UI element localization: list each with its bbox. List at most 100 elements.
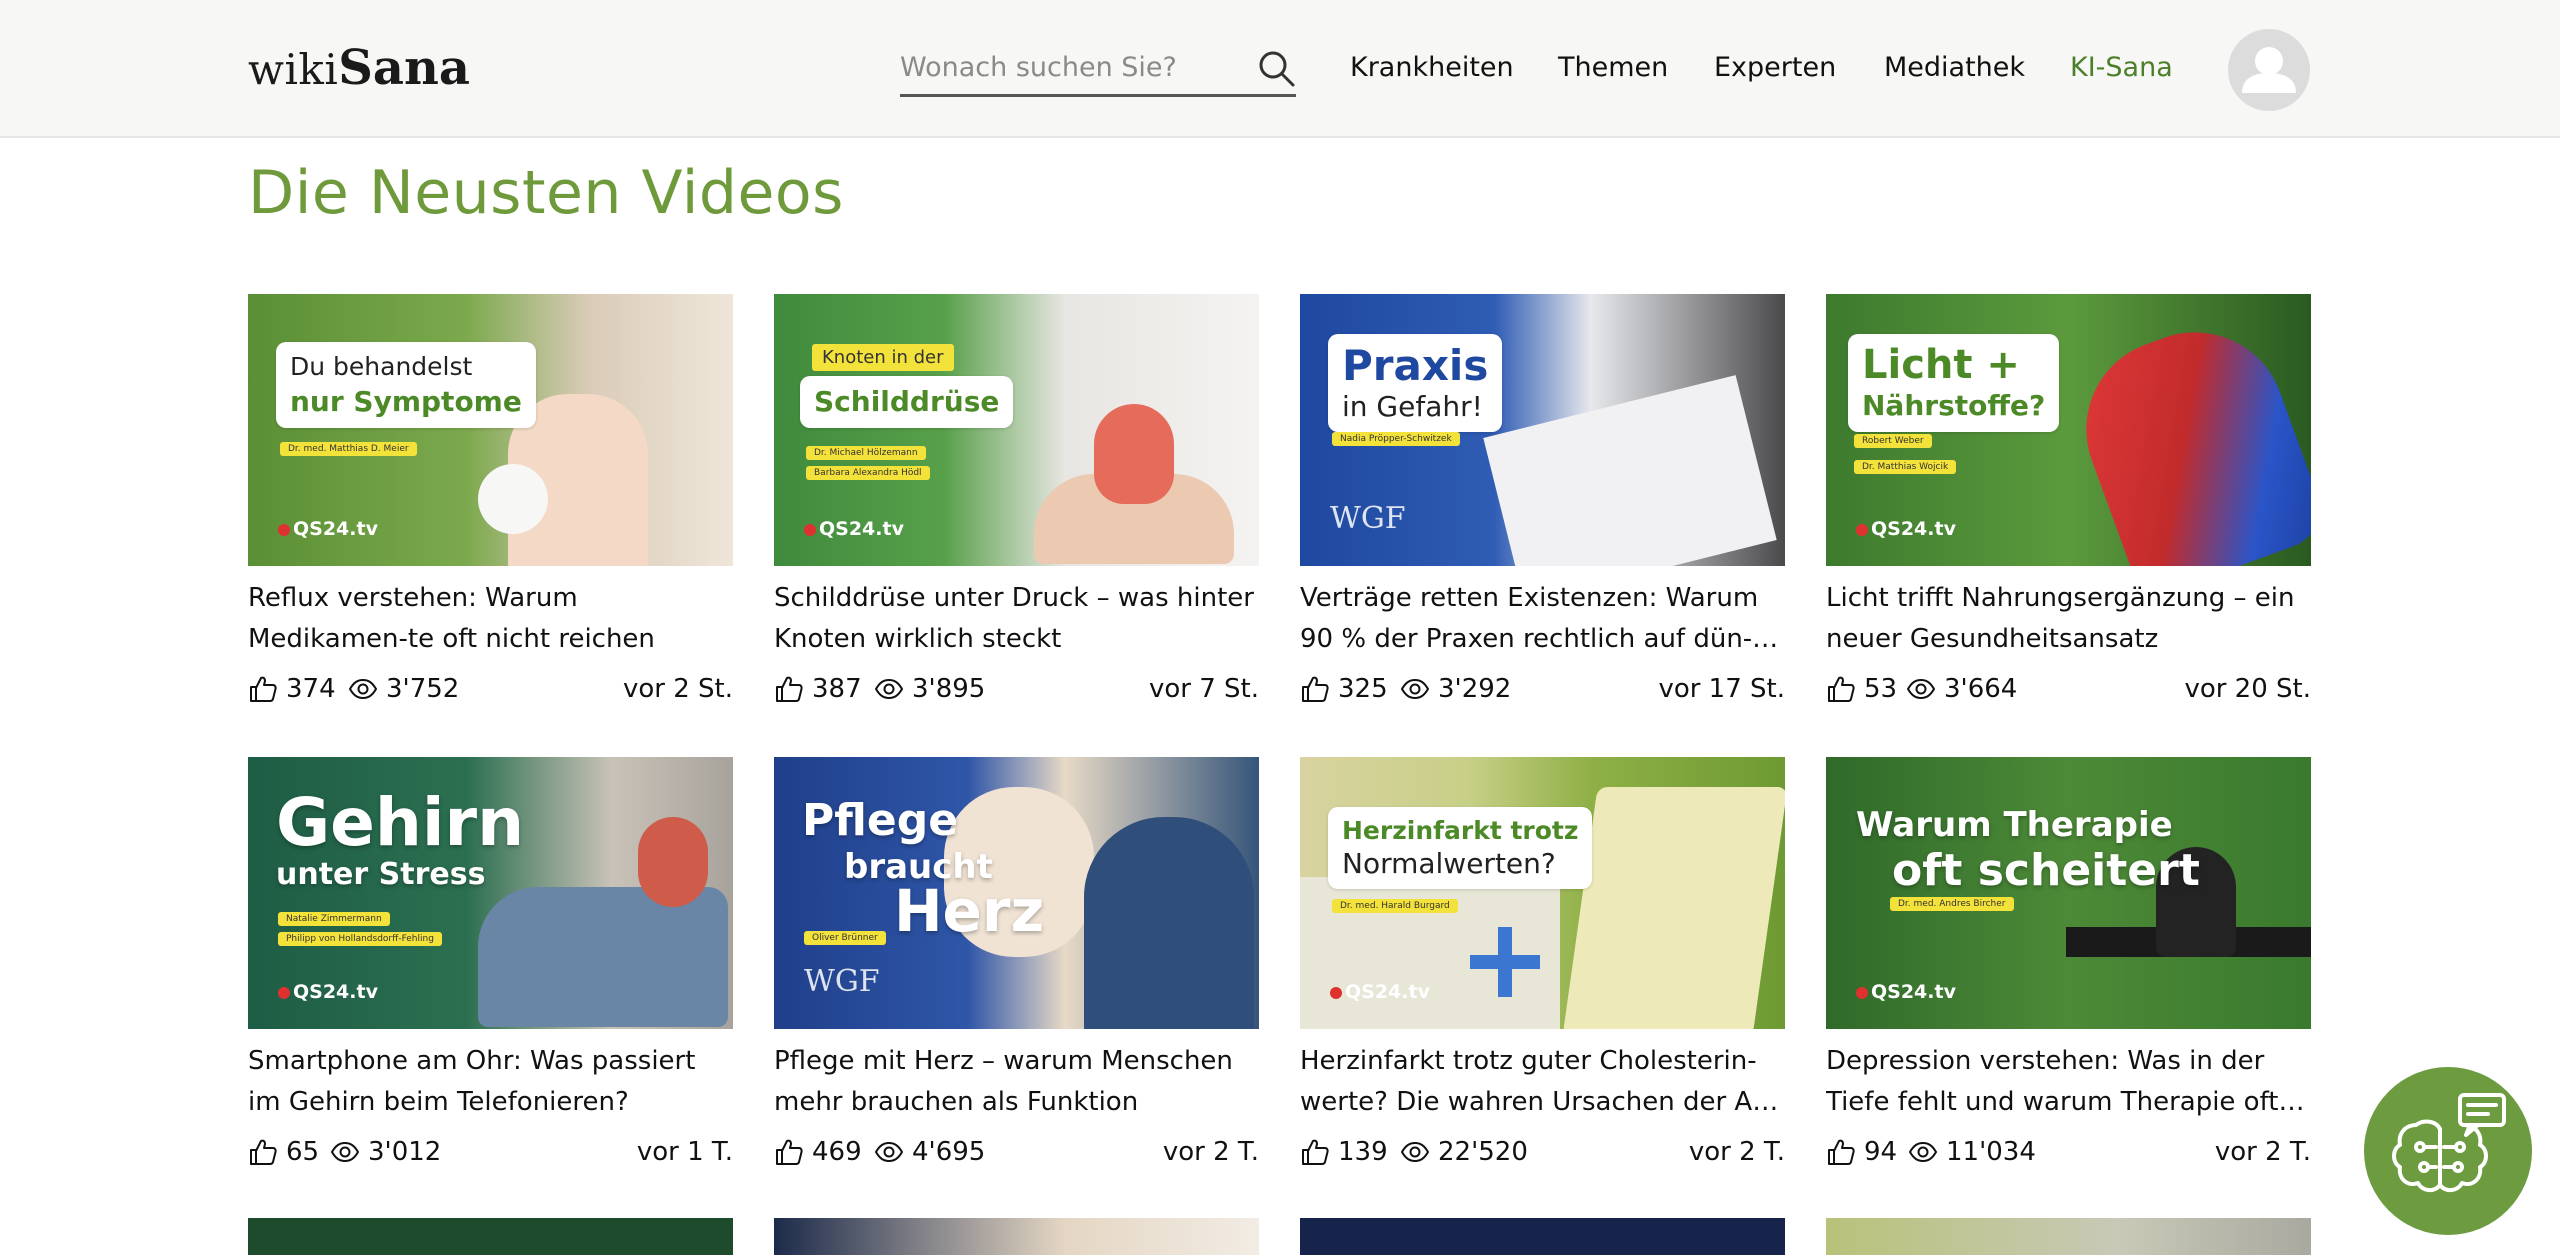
- nav-ki-sana[interactable]: KI-Sana: [2070, 52, 2173, 83]
- thumb-tag: Dr. med. Harald Burgard: [1332, 899, 1458, 913]
- video-meta: 65 3'012 vor 1 T.: [248, 1133, 733, 1173]
- thumb-tag: Robert Weber: [1854, 434, 1932, 448]
- video-title[interactable]: Reflux verstehen: Warum Medikamen-te oft…: [248, 578, 733, 660]
- nav-mediathek[interactable]: Mediathek: [1884, 52, 2025, 83]
- pill-image: [478, 464, 548, 534]
- thumb-tag: Nadia Pröpper-Schwitzek: [1332, 432, 1460, 446]
- video-title[interactable]: Smartphone am Ohr: Was passiert im Gehir…: [248, 1041, 733, 1123]
- thumb-tag: Dr. Michael Hölzemann: [806, 446, 926, 460]
- ai-chat-button[interactable]: [2364, 1067, 2532, 1235]
- channel-logo: QS24.tv: [1856, 518, 1956, 540]
- like-count[interactable]: 469: [774, 1137, 862, 1167]
- video-title[interactable]: Schilddrüse unter Druck – was hinter Kno…: [774, 578, 1259, 660]
- video-title[interactable]: Verträge retten Existenzen: Warum 90 % d…: [1300, 578, 1785, 660]
- eye-icon: [874, 674, 904, 704]
- eye-icon: [330, 1137, 360, 1167]
- video-thumbnail[interactable]: Knoten in der Schilddrüse Dr. Michael Hö…: [774, 294, 1259, 566]
- likes-value: 139: [1338, 1137, 1388, 1167]
- eye-icon: [348, 674, 378, 704]
- site-header: wikiSana Krankheiten Themen Experten Med…: [0, 0, 2560, 138]
- video-thumbnail[interactable]: Herzinfarkt trotz Normalwerten? Dr. med.…: [1300, 757, 1785, 1029]
- thumb-line1: Warum Therapie: [1856, 805, 2173, 845]
- video-card[interactable]: Warum Therapie oft scheitert Dr. med. An…: [1826, 757, 2311, 1173]
- thumb-tag: Barbara Alexandra Hödl: [806, 466, 930, 480]
- video-thumbnail[interactable]: Licht + Nährstoffe? Robert Weber Dr. Mat…: [1826, 294, 2311, 566]
- hand-image: [2060, 307, 2311, 566]
- thumb-line1: Herzinfarkt trotz: [1342, 816, 1579, 845]
- video-card[interactable]: Praxis in Gefahr! Nadia Pröpper-Schwitze…: [1300, 294, 1785, 710]
- person-image: [478, 887, 728, 1027]
- nav-experten[interactable]: Experten: [1714, 52, 1836, 83]
- video-card[interactable]: Du behandelst nur Symptome Dr. med. Matt…: [248, 294, 733, 710]
- view-count: 3'752: [348, 674, 459, 704]
- like-count[interactable]: 325: [1300, 674, 1388, 704]
- upload-age: vor 2 T.: [2214, 1137, 2311, 1167]
- ai-brain-chat-icon: [2392, 1093, 2506, 1192]
- thumb-line2: unter Stress: [276, 857, 486, 892]
- thumb-line1: Du behandelst: [290, 352, 473, 381]
- thumb-badge: Licht + Nährstoffe?: [1848, 334, 2060, 432]
- like-count[interactable]: 374: [248, 674, 336, 704]
- upload-age: vor 2 St.: [622, 674, 733, 704]
- like-count[interactable]: 387: [774, 674, 862, 704]
- thumb-badge: Herzinfarkt trotz Normalwerten?: [1328, 807, 1593, 889]
- video-title[interactable]: Herzinfarkt trotz guter Cholesterin-wert…: [1300, 1041, 1785, 1123]
- video-thumbnail-partial[interactable]: [1300, 1218, 1785, 1255]
- likes-value: 94: [1864, 1137, 1898, 1167]
- thyroid-image: [1094, 404, 1174, 504]
- eye-icon: [1400, 674, 1430, 704]
- video-card[interactable]: Pflege braucht Herz Oliver Brünner WGF P…: [774, 757, 1259, 1173]
- video-title[interactable]: Licht trifft Nahrungsergänzung – ein neu…: [1826, 578, 2311, 660]
- video-thumbnail[interactable]: Warum Therapie oft scheitert Dr. med. An…: [1826, 757, 2311, 1029]
- views-value: 3'012: [368, 1137, 442, 1167]
- video-title[interactable]: Pflege mit Herz – warum Menschen mehr br…: [774, 1041, 1259, 1123]
- views-value: 3'752: [386, 674, 460, 704]
- views-value: 3'292: [1438, 674, 1512, 704]
- video-thumbnail-partial[interactable]: [248, 1218, 733, 1255]
- thumb-tag: Dr. Matthias Wojcik: [1854, 460, 1957, 474]
- view-count: 3'895: [874, 674, 985, 704]
- thumb-tag: Philipp von Hollandsdorff-Fehling: [278, 932, 442, 946]
- video-card[interactable]: Gehirn unter Stress Natalie Zimmermann P…: [248, 757, 733, 1173]
- video-card[interactable]: Licht + Nährstoffe? Robert Weber Dr. Mat…: [1826, 294, 2311, 710]
- like-count[interactable]: 94: [1826, 1137, 1897, 1167]
- video-thumbnail-partial[interactable]: [774, 1218, 1259, 1255]
- upload-age: vor 17 St.: [1658, 674, 1785, 704]
- video-title[interactable]: Depression verstehen: Was in der Tiefe f…: [1826, 1041, 2311, 1123]
- site-logo[interactable]: wikiSana: [248, 40, 470, 100]
- like-count[interactable]: 53: [1826, 674, 1897, 704]
- head-image: [638, 817, 708, 907]
- video-thumbnail[interactable]: Du behandelst nur Symptome Dr. med. Matt…: [248, 294, 733, 566]
- eye-icon: [1400, 1137, 1430, 1167]
- channel-logo: WGF: [1330, 501, 1406, 536]
- likes-value: 469: [812, 1137, 862, 1167]
- nav-themen[interactable]: Themen: [1558, 52, 1668, 83]
- thumb-line1: Praxis: [1342, 341, 1489, 390]
- video-thumbnail[interactable]: Pflege braucht Herz Oliver Brünner WGF: [774, 757, 1259, 1029]
- video-card[interactable]: Knoten in der Schilddrüse Dr. Michael Hö…: [774, 294, 1259, 710]
- upload-age: vor 2 T.: [1688, 1137, 1785, 1167]
- user-avatar[interactable]: [2228, 29, 2310, 111]
- thumbs-up-icon: [248, 674, 278, 704]
- nav-krankheiten[interactable]: Krankheiten: [1350, 52, 1514, 83]
- search-input[interactable]: [900, 44, 1240, 90]
- thumb-line2: oft scheitert: [1892, 845, 2200, 896]
- likes-value: 65: [286, 1137, 320, 1167]
- channel-logo: WGF: [804, 964, 880, 999]
- thumb-line1: Gehirn: [276, 784, 525, 861]
- thumb-tag: Dr. med. Andres Bircher: [1890, 897, 2014, 911]
- view-count: 3'292: [1400, 674, 1511, 704]
- thumbs-up-icon: [1300, 1137, 1330, 1167]
- upload-age: vor 2 T.: [1162, 1137, 1259, 1167]
- video-thumbnail[interactable]: Praxis in Gefahr! Nadia Pröpper-Schwitze…: [1300, 294, 1785, 566]
- thumb-line1: Knoten in der: [812, 344, 954, 371]
- video-thumbnail[interactable]: Gehirn unter Stress Natalie Zimmermann P…: [248, 757, 733, 1029]
- video-thumbnail-partial[interactable]: [1826, 1218, 2311, 1255]
- thumb-line2: Nährstoffe?: [1862, 389, 2046, 422]
- video-card[interactable]: Herzinfarkt trotz Normalwerten? Dr. med.…: [1300, 757, 1785, 1173]
- views-value: 4'695: [912, 1137, 986, 1167]
- channel-logo: QS24.tv: [278, 981, 378, 1003]
- like-count[interactable]: 65: [248, 1137, 319, 1167]
- like-count[interactable]: 139: [1300, 1137, 1388, 1167]
- search-icon[interactable]: [1256, 48, 1296, 88]
